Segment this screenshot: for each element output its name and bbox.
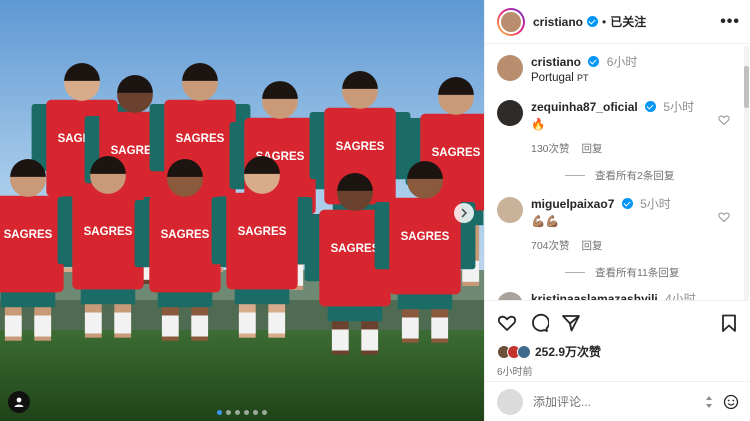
flag-label: PT — [577, 73, 589, 83]
slide-indicator — [0, 410, 484, 415]
liker-avatar — [517, 344, 531, 359]
like-heart-icon[interactable] — [497, 313, 517, 333]
commenter-avatar[interactable] — [497, 197, 523, 223]
view-replies-button[interactable]: 查看所有11条回复 — [565, 265, 734, 280]
following-button[interactable]: 已关注 — [610, 13, 646, 30]
slide-dot — [235, 410, 240, 415]
post-timestamp: 6小时前 — [497, 367, 533, 378]
caption-time: 6小时 — [606, 55, 638, 69]
comments-scrollbar[interactable] — [744, 46, 749, 301]
comment-likes[interactable]: 704次赞 — [531, 238, 570, 253]
verified-badge-icon — [588, 56, 600, 67]
bookmark-icon[interactable] — [719, 313, 739, 333]
comment-username[interactable]: zequinha87_oficial — [531, 100, 638, 114]
caption-author-avatar[interactable] — [497, 55, 523, 81]
add-comment-bar — [485, 381, 750, 421]
post-actions: 252.9万次赞 6小时前 — [485, 300, 750, 378]
separator-dot: • — [602, 14, 607, 29]
share-send-icon[interactable] — [561, 313, 581, 333]
svg-text:SAGRES: SAGRES — [161, 229, 210, 241]
caption-text: Portugal — [531, 72, 574, 84]
post-side-panel: cristiano • 已关注 ••• cristiano 6小时 Portug… — [484, 0, 750, 421]
comment-text: 💪🏽💪🏽 — [531, 216, 560, 228]
caption: cristiano 6小时 Portugal PT — [485, 45, 744, 84]
add-comment-input[interactable] — [533, 394, 695, 409]
slide-dot — [262, 410, 267, 415]
slide-dot — [253, 410, 258, 415]
author-username[interactable]: cristiano — [533, 15, 583, 29]
expand-arrows-icon[interactable] — [701, 394, 717, 410]
svg-text:SAGRES: SAGRES — [4, 229, 53, 241]
commenter-avatar[interactable] — [497, 100, 523, 126]
like-comment-heart-icon[interactable] — [718, 211, 730, 223]
comment-time: 5小时 — [663, 100, 695, 114]
next-slide-button[interactable] — [454, 203, 474, 223]
comment-item: zequinha87_oficial 5小时 🔥 130次赞 回复 查看所有2条… — [485, 100, 744, 183]
author-avatar[interactable] — [497, 7, 525, 36]
likes-count[interactable]: 252.9万次赞 — [535, 343, 601, 360]
viewer-avatar — [497, 388, 523, 415]
slide-dot — [226, 410, 231, 415]
reply-button[interactable]: 回复 — [582, 141, 603, 156]
more-options-icon[interactable]: ••• — [720, 13, 740, 31]
post-photo[interactable]: SAGRES SAGRES SAGRES SAGRES SAGRES SAGRES SAGR… — [0, 0, 484, 421]
svg-text:SAGRES: SAGRES — [401, 231, 450, 243]
svg-text:SAGRES: SAGRES — [176, 133, 225, 145]
comment-text: 🔥 — [531, 119, 546, 131]
caption-username[interactable]: cristiano — [531, 55, 581, 69]
svg-text:SAGRES: SAGRES — [432, 147, 481, 159]
comment-bubble-icon[interactable] — [529, 313, 549, 333]
emoji-icon[interactable] — [723, 394, 739, 410]
chevron-right-icon — [461, 208, 468, 218]
view-replies-button[interactable]: 查看所有2条回复 — [565, 168, 734, 183]
team-training-photo: SAGRES SAGRES SAGRES SAGRES SAGRES SAGRES SAGR… — [0, 0, 484, 421]
like-comment-heart-icon[interactable] — [718, 114, 730, 126]
verified-badge-icon — [621, 198, 633, 209]
slide-dot — [244, 410, 249, 415]
svg-text:SAGRES: SAGRES — [84, 226, 133, 238]
likes-summary[interactable]: 252.9万次赞 — [497, 343, 739, 360]
svg-text:SAGRES: SAGRES — [331, 243, 380, 255]
user-icon — [14, 397, 24, 407]
comment-likes[interactable]: 130次赞 — [531, 141, 570, 156]
comment-time: 5小时 — [640, 197, 671, 211]
verified-badge-icon — [587, 16, 599, 27]
svg-text:SAGRES: SAGRES — [238, 226, 287, 238]
comment-item: miguelpaixao7 5小时 💪🏽💪🏽 704次赞 回复 查看所有11条回… — [485, 197, 744, 280]
svg-text:SAGRES: SAGRES — [336, 141, 385, 153]
slide-dot — [217, 410, 222, 415]
comments-list: cristiano 6小时 Portugal PT zequinha87_ofi… — [485, 45, 744, 301]
reply-button[interactable]: 回复 — [582, 238, 603, 253]
comment-username[interactable]: miguelpaixao7 — [531, 197, 614, 211]
verified-badge-icon — [645, 101, 657, 112]
post-header: cristiano • 已关注 ••• — [485, 0, 750, 44]
